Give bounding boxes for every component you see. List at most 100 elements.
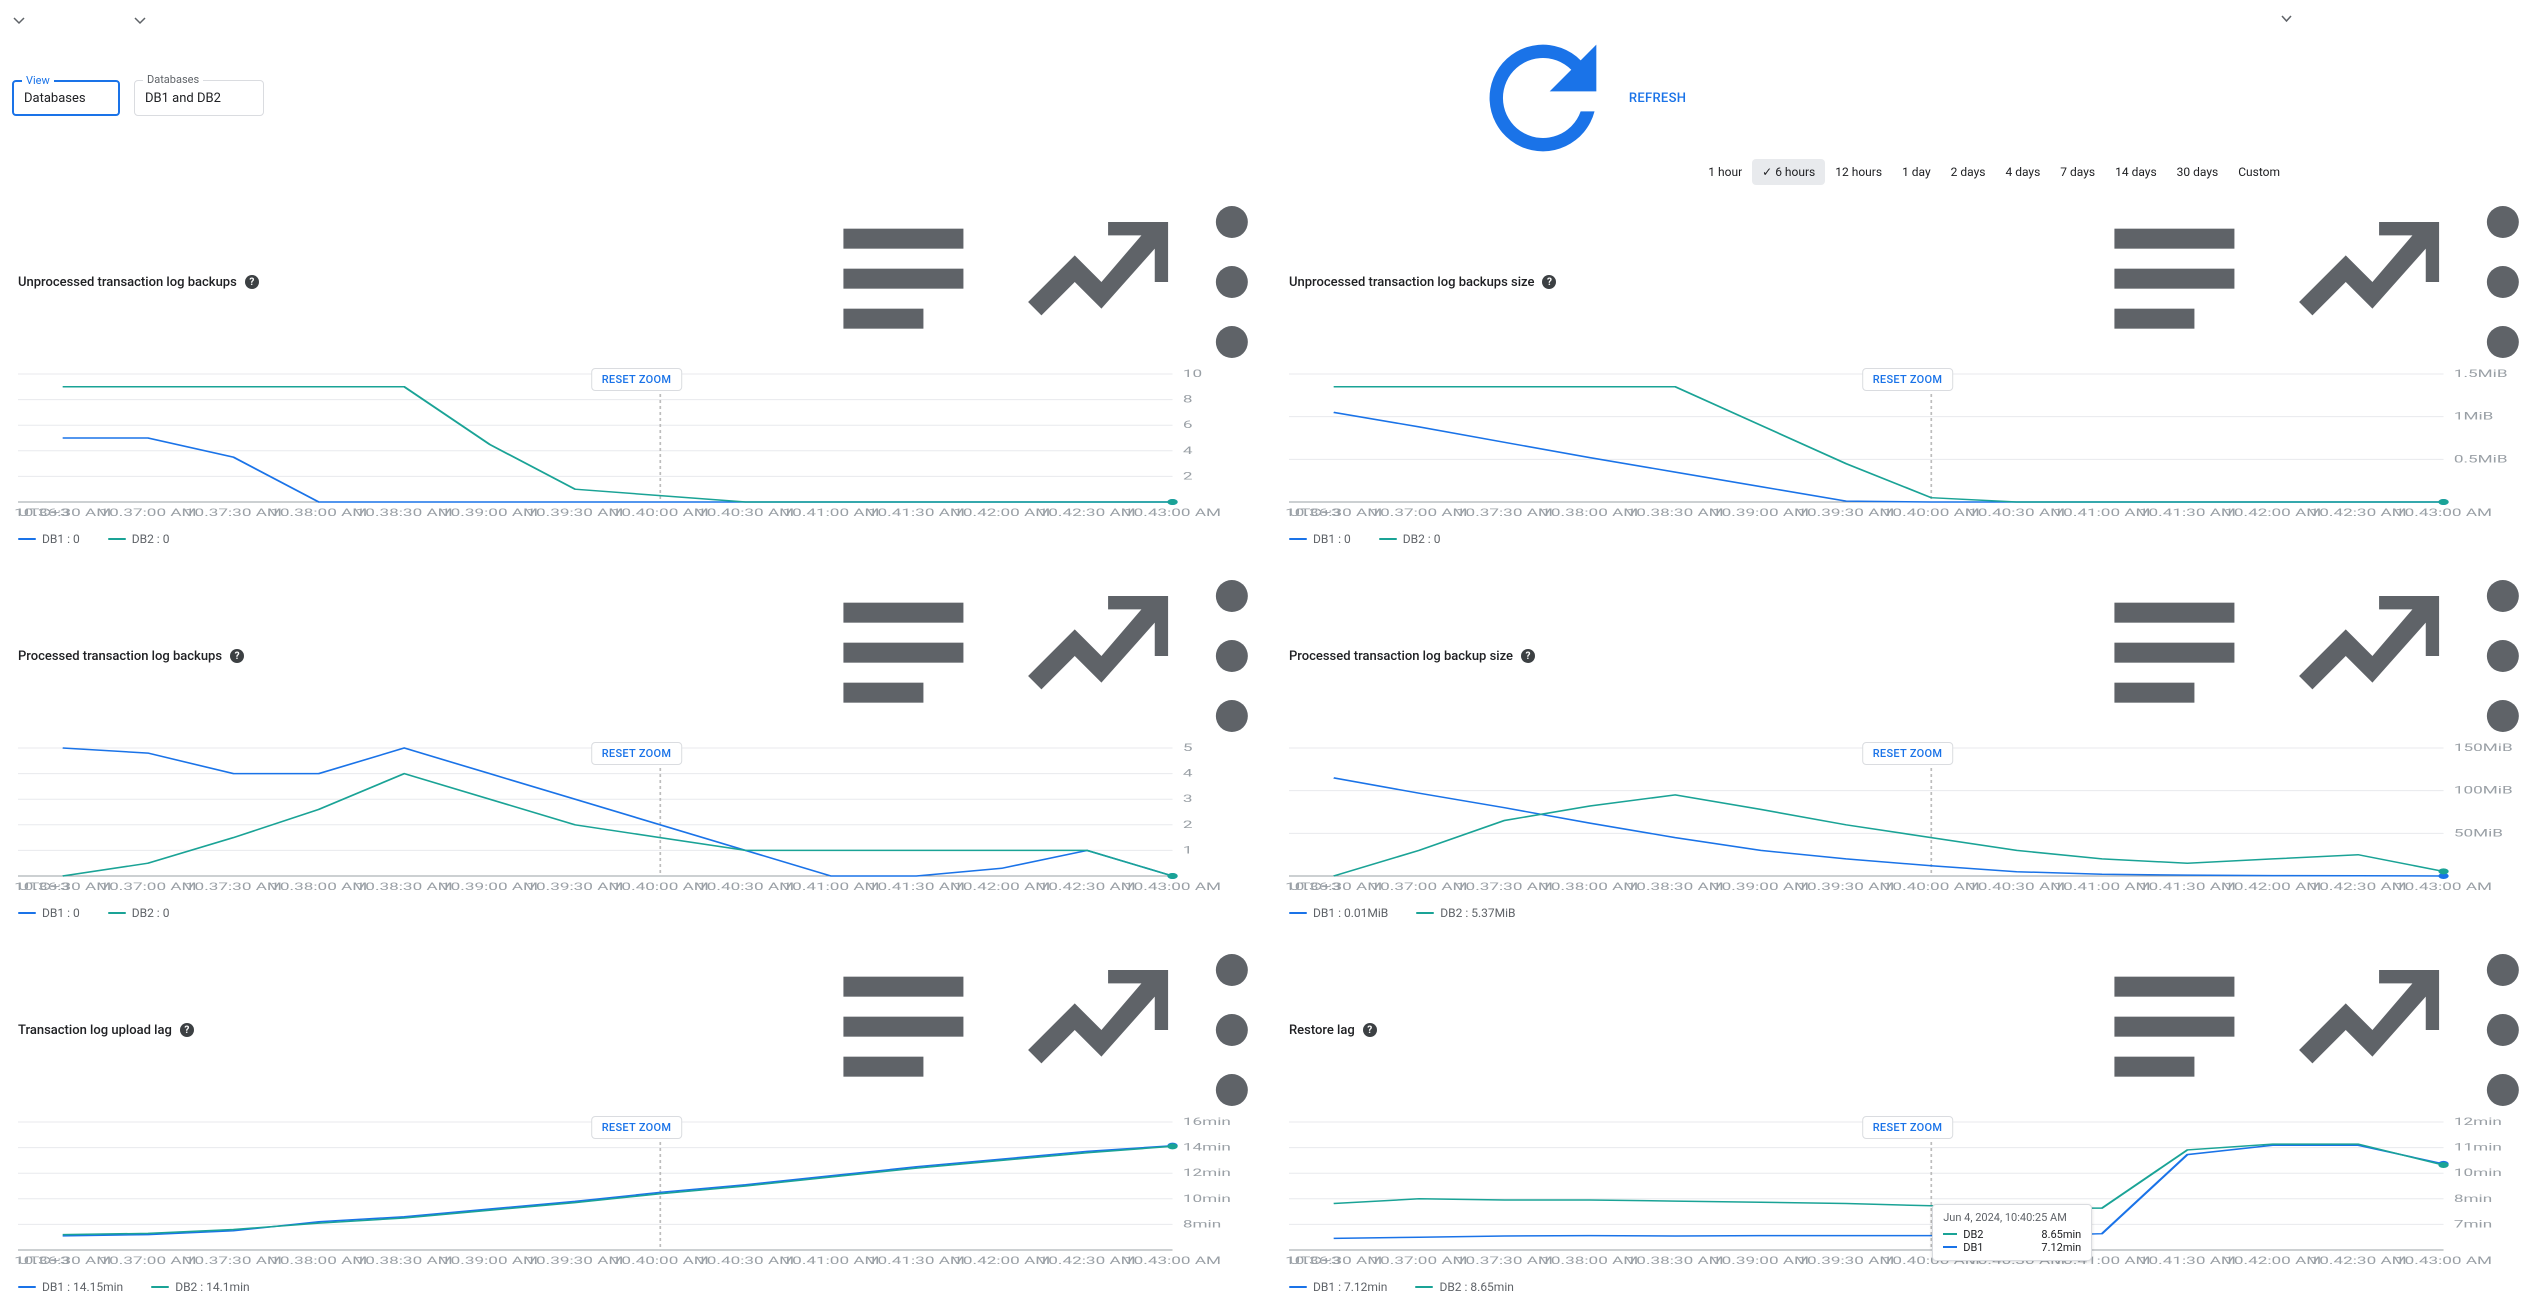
reset-zoom-button[interactable]: RESET ZOOM [591,742,683,765]
help-icon[interactable]: ? [180,1023,194,1037]
compare-icon[interactable] [2281,576,2464,736]
svg-text:10.36:30 AM: 10.36:30 AM [1285,1255,1382,1266]
compare-icon[interactable] [1010,950,1193,1110]
legend-item[interactable]: DB2 : 8.65min [1415,1280,1513,1294]
help-icon[interactable]: ? [1363,1023,1377,1037]
time-range-1-day[interactable]: 1 day [1892,159,1941,185]
check-icon: ✓ [1762,165,1772,179]
legend-item[interactable]: DB2 : 0 [108,532,170,546]
svg-text:10.42:00 AM: 10.42:00 AM [953,881,1050,892]
compare-icon[interactable] [2281,202,2464,362]
svg-text:10.37:00 AM: 10.37:00 AM [1371,881,1468,892]
view-select[interactable]: View Databases [12,80,120,116]
databases-select[interactable]: Databases DB1 and DB2 [134,80,264,116]
legend-item[interactable]: DB1 : 14.15min [18,1280,123,1294]
reset-zoom-label: RESET ZOOM [1873,1121,1943,1134]
legend-item[interactable]: DB1 : 0.01MiB [1289,906,1388,920]
help-icon[interactable]: ? [1542,275,1556,289]
refresh-button[interactable]: REFRESH [1455,12,1694,184]
legend-value: 14.1min [206,1280,249,1294]
help-icon[interactable]: ? [1521,649,1535,663]
chart-area[interactable]: RESET ZOOM1.5MiB1MiB0.5MiBUTC+310.36:30 … [1289,366,2526,526]
svg-text:1.5MiB: 1.5MiB [2454,368,2508,379]
compare-icon[interactable] [1010,576,1193,736]
reset-zoom-button[interactable]: RESET ZOOM [1862,1116,1954,1139]
series-swatch [18,912,36,914]
legend-name: DB2 [1403,532,1425,546]
more-icon[interactable] [1209,202,1255,362]
legend-item[interactable]: DB1 : 0 [1289,532,1351,546]
help-icon[interactable]: ? [230,649,244,663]
series-swatch [18,538,36,540]
svg-text:10.41:00 AM: 10.41:00 AM [2054,881,2151,892]
svg-text:10.39:30 AM: 10.39:30 AM [1797,1255,1894,1266]
legend-value: 14.15min [73,1280,123,1294]
svg-text:6: 6 [1183,420,1193,431]
chart-card-unproc-size: Unprocessed transaction log backups size… [1283,202,2532,554]
legend-toggle-icon[interactable] [2083,202,2266,362]
chart-area[interactable]: RESET ZOOM150MiB100MiB50MiBUTC+310.36:30… [1289,740,2526,900]
legend-name: DB2 [132,532,154,546]
svg-text:10.42:30 AM: 10.42:30 AM [1039,507,1136,518]
compare-icon[interactable] [2281,950,2464,1110]
legend-toggle-icon[interactable] [2083,576,2266,736]
time-range-14-days[interactable]: 14 days [2105,159,2167,185]
chart-title: Restore lag [1289,1023,1355,1038]
svg-text:10.39:00 AM: 10.39:00 AM [1712,507,1809,518]
svg-text:10.38:30 AM: 10.38:30 AM [356,1255,453,1266]
legend-toggle-icon[interactable] [2083,950,2266,1110]
svg-text:10.39:30 AM: 10.39:30 AM [526,881,623,892]
time-range-7-days[interactable]: 7 days [2050,159,2105,185]
time-range-label: 6 hours [1775,165,1815,179]
legend-label: DB2 : 8.65min [1439,1280,1513,1294]
time-range-12-hours[interactable]: 12 hours [1825,159,1892,185]
reset-zoom-button[interactable]: RESET ZOOM [591,1116,683,1139]
reset-zoom-button[interactable]: RESET ZOOM [1862,742,1954,765]
more-icon[interactable] [1209,576,1255,736]
time-range-Custom[interactable]: Custom [2228,159,2532,185]
tooltip-series: DB2 [1963,1228,1983,1241]
reset-zoom-button[interactable]: RESET ZOOM [1862,368,1954,391]
series-swatch [151,1286,169,1288]
legend-item[interactable]: DB1 : 0 [18,906,80,920]
legend-item[interactable]: DB1 : 7.12min [1289,1280,1387,1294]
reset-zoom-button[interactable]: RESET ZOOM [591,368,683,391]
time-range-1-hour[interactable]: 1 hour [1698,159,1752,185]
svg-text:10: 10 [1183,368,1202,379]
time-range-2-days[interactable]: 2 days [1941,159,1996,185]
chart-tooltip: Jun 4, 2024, 10:40:25 AMDB28.65minDB17.1… [1932,1204,2092,1261]
svg-text:10.39:00 AM: 10.39:00 AM [1712,881,1809,892]
svg-text:10.41:30 AM: 10.41:30 AM [2139,1255,2236,1266]
svg-text:10.43:00 AM: 10.43:00 AM [2395,507,2492,518]
svg-text:8: 8 [1183,394,1193,405]
time-range-30-days[interactable]: 30 days [2167,159,2229,185]
time-range-4-days[interactable]: 4 days [1995,159,2050,185]
chart-area[interactable]: RESET ZOOM12min11min10min8min7minUTC+310… [1289,1114,2526,1274]
more-icon[interactable] [2480,202,2526,362]
svg-text:10.39:30 AM: 10.39:30 AM [526,1255,623,1266]
svg-text:10.41:00 AM: 10.41:00 AM [783,1255,880,1266]
svg-text:10.42:30 AM: 10.42:30 AM [1039,1255,1136,1266]
help-icon[interactable]: ? [245,275,259,289]
legend-item[interactable]: DB2 : 5.37MiB [1416,906,1515,920]
compare-icon[interactable] [1010,202,1193,362]
legend-item[interactable]: DB2 : 0 [108,906,170,920]
more-icon[interactable] [2480,950,2526,1110]
legend-name: DB2 [1440,906,1462,920]
legend-toggle-icon[interactable] [812,950,995,1110]
more-icon[interactable] [2480,576,2526,736]
chart-area[interactable]: RESET ZOOM54321UTC+310.36:30 AM10.37:00 … [18,740,1255,900]
legend-toggle-icon[interactable] [812,202,995,362]
chart-title: Processed transaction log backups [18,649,222,664]
time-range-6-hours[interactable]: ✓6 hours [1752,159,1825,185]
legend-toggle-icon[interactable] [812,576,995,736]
tooltip-series: DB1 [1963,1241,1983,1254]
more-icon[interactable] [1209,950,1255,1110]
chart-area[interactable]: RESET ZOOM16min14min12min10min8minUTC+31… [18,1114,1255,1274]
chart-area[interactable]: RESET ZOOM108642UTC+310.36:30 AM10.37:00… [18,366,1255,526]
legend-item[interactable]: DB2 : 0 [1379,532,1441,546]
legend-item[interactable]: DB2 : 14.1min [151,1280,249,1294]
svg-text:8min: 8min [1183,1219,1221,1230]
svg-text:10.37:00 AM: 10.37:00 AM [1371,507,1468,518]
legend-item[interactable]: DB1 : 0 [18,532,80,546]
